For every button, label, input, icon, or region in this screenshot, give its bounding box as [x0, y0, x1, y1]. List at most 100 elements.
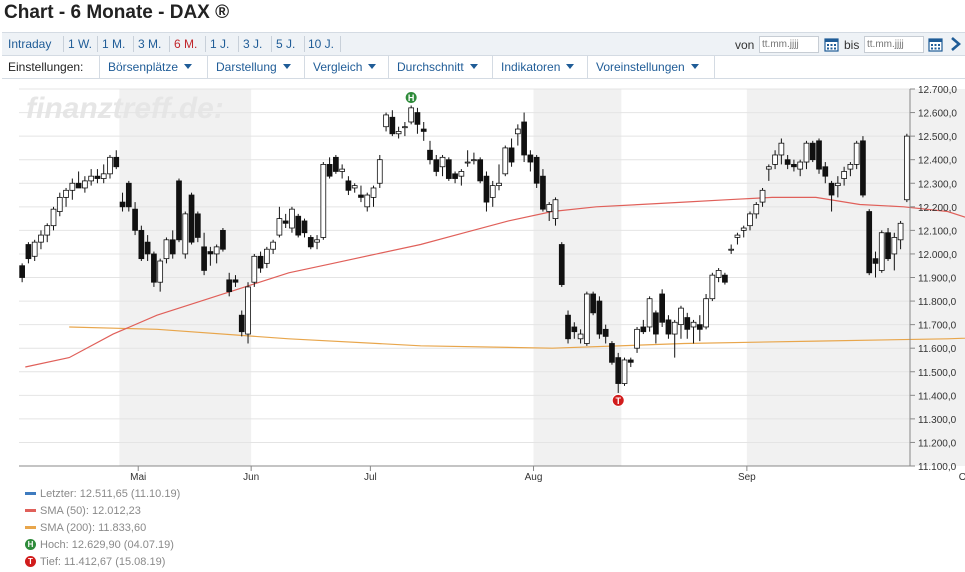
legend-sma50: SMA (50): 12.012,23 [25, 502, 180, 519]
candle-up [213, 246, 220, 255]
range-6m[interactable]: 6 M. [174, 37, 197, 51]
calendar-icon[interactable] [928, 37, 943, 52]
range-bar: Intraday 1 W. 1 M. 3 M. 6 M. 1 J. 3 J. 5… [2, 32, 965, 56]
candle-up [897, 222, 904, 241]
candle-up [891, 237, 898, 255]
menu-indikatoren[interactable]: Indikatoren [492, 56, 582, 78]
legend-low: T Tief: 11.412,67 (15.08.19) [25, 553, 180, 570]
candle-down [333, 156, 339, 172]
range-3m[interactable]: 3 M. [138, 37, 161, 51]
candle-up [50, 208, 57, 227]
candle-up [690, 321, 697, 328]
menu-durchschnitt[interactable]: Durchschnitt [388, 56, 486, 78]
range-1y[interactable]: 1 J. [210, 37, 229, 51]
menu-label: Voreinstellungen [596, 60, 685, 74]
y-tick-label: 11.700,0 [918, 321, 957, 332]
candle-down [301, 220, 308, 234]
legend-text: SMA (200): 11.833,60 [40, 521, 147, 534]
candle-up [797, 161, 804, 170]
legend-text: SMA (50): 12.012,23 [40, 504, 141, 517]
legend-sma200: SMA (200): 11.833,60 [25, 519, 180, 536]
candle-up [402, 126, 408, 129]
candle-down [94, 175, 101, 179]
candle-down [238, 314, 245, 333]
candle-up [376, 159, 383, 184]
candle-down [132, 208, 138, 231]
range-5y[interactable]: 5 J. [276, 37, 295, 51]
y-tick-label: 12.300,0 [918, 179, 957, 190]
candle-down [602, 328, 609, 337]
candle-up [439, 156, 446, 168]
range-intraday[interactable]: Intraday [8, 37, 51, 51]
candle-down [420, 128, 427, 132]
candle-down [188, 194, 195, 243]
candle-down [822, 166, 829, 177]
candle-up [408, 107, 415, 123]
candle-up [715, 270, 722, 278]
y-tick-label: 11.600,0 [918, 344, 957, 355]
caret-down-icon [690, 64, 699, 69]
candle-down [665, 319, 672, 335]
candle-up [577, 333, 584, 340]
candle-up [38, 234, 44, 243]
candlestick-chart: finanztreff.de: 12.700,0 12.600,0 12.500,0… [19, 85, 965, 483]
candle-up [514, 128, 521, 135]
candle-up [634, 328, 640, 349]
candle-up [552, 199, 559, 219]
candle-down [226, 279, 233, 293]
x-tick-label: Jun [243, 472, 259, 483]
candle-down [201, 246, 207, 271]
candle-up [264, 248, 270, 264]
range-3y[interactable]: 3 J. [243, 37, 262, 51]
candle-down [389, 116, 396, 135]
candle-down [590, 293, 596, 314]
menu-darstellung[interactable]: Darstellung [207, 56, 299, 78]
candle-up [157, 260, 164, 283]
candle-down [866, 211, 873, 274]
legend-swatch [25, 526, 36, 529]
range-10y[interactable]: 10 J. [308, 37, 334, 51]
candle-up [841, 171, 847, 179]
to-date-input[interactable] [864, 36, 924, 53]
candle-up [364, 194, 371, 208]
page-title: Chart - 6 Monate - DAX ® [4, 2, 230, 23]
candle-down [433, 159, 440, 172]
candle-up [245, 286, 251, 335]
candle-down [427, 149, 433, 161]
legend: Letzter: 12.511,65 (11.10.19) SMA (50): … [25, 485, 180, 570]
candle-up [753, 204, 760, 215]
from-date-input[interactable] [759, 36, 819, 53]
candle-up [464, 161, 471, 164]
legend-swatch [25, 492, 36, 495]
menu-label: Indikatoren [501, 60, 561, 74]
caret-down-icon [469, 64, 478, 69]
candle-down [445, 159, 452, 179]
candle-up [678, 307, 684, 326]
menu-label: Darstellung [216, 60, 277, 74]
menu-boersenplaetze[interactable]: Börsenplätze [99, 56, 200, 78]
candle-up [351, 185, 358, 189]
menu-vergleich[interactable]: Vergleich [304, 56, 384, 78]
candle-up [803, 142, 810, 163]
candle-up [734, 234, 741, 238]
candle-down [207, 251, 214, 255]
candle-down [307, 237, 314, 248]
candle-down [483, 175, 490, 203]
candle-up [878, 232, 885, 271]
candle-up [100, 173, 107, 179]
x-tick-label: Mai [130, 472, 146, 483]
menu-voreinstellungen[interactable]: Voreinstellungen [587, 56, 707, 78]
chevron-right-icon[interactable] [949, 36, 963, 52]
range-1m[interactable]: 1 M. [102, 37, 125, 51]
candle-down [565, 314, 571, 340]
candle-down [784, 159, 791, 165]
candle-up [847, 164, 854, 170]
candle-down [533, 156, 540, 184]
candle-down [816, 140, 822, 170]
range-1w[interactable]: 1 W. [68, 37, 92, 51]
candle-down [640, 326, 647, 333]
calendar-icon[interactable] [824, 37, 839, 52]
x-tick-label: Jul [364, 472, 377, 483]
settings-label: Einstellungen: [8, 60, 84, 74]
high-marker-label: H [408, 93, 415, 103]
